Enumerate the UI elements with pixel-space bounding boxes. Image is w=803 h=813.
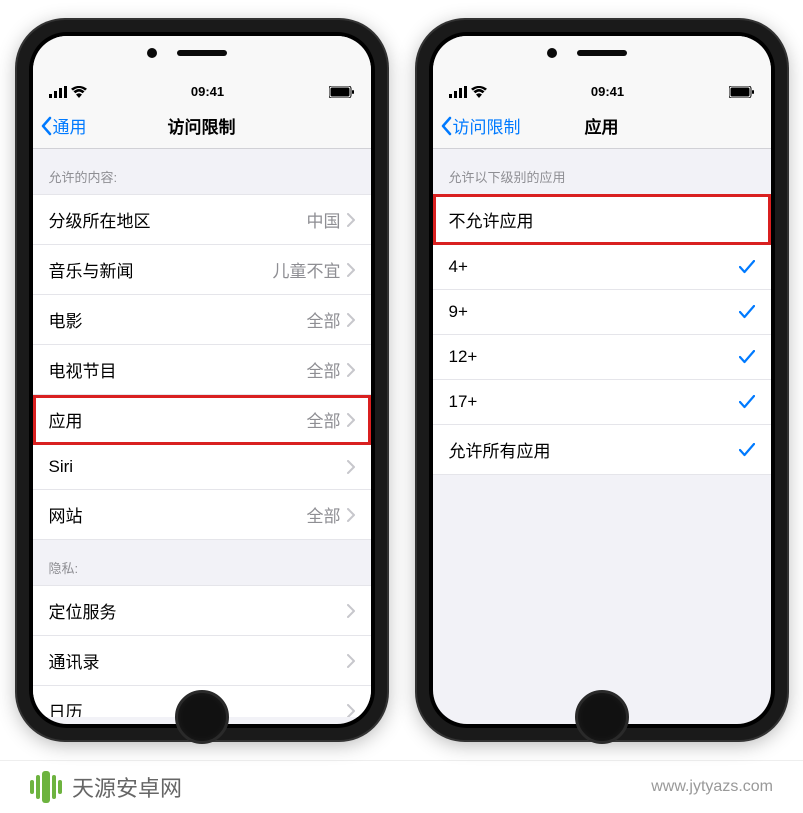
option-cell[interactable]: 4+ xyxy=(433,245,771,290)
cell-detail xyxy=(347,704,355,718)
settings-cell[interactable]: 通讯录 xyxy=(33,636,371,686)
chevron-right-icon xyxy=(347,508,355,522)
checkmark-icon xyxy=(739,443,755,457)
cell-label: Siri xyxy=(49,457,74,477)
checkmark-icon xyxy=(739,305,755,319)
wifi-icon xyxy=(71,86,87,98)
cell-label: 日历 xyxy=(49,698,83,717)
nav-bar: 访问限制 应用 xyxy=(433,105,771,149)
home-button[interactable] xyxy=(175,690,229,744)
cell-detail xyxy=(347,460,355,474)
option-cell[interactable]: 12+ xyxy=(433,335,771,380)
cell-detail: 中国 xyxy=(307,207,355,232)
chevron-right-icon xyxy=(347,363,355,377)
settings-cell[interactable]: 应用 全部 xyxy=(33,395,371,445)
content-area: 允许的内容: 分级所在地区中国音乐与新闻儿童不宜电影全部电视节目全部应用全部Si… xyxy=(33,149,371,717)
cell-label: 允许所有应用 xyxy=(449,437,551,462)
option-cell[interactable]: 不允许应用 xyxy=(433,194,771,245)
chevron-right-icon xyxy=(347,313,355,327)
cell-detail xyxy=(347,654,355,668)
settings-cell[interactable]: 电视节目 全部 xyxy=(33,345,371,395)
section-header: 允许以下级别的应用 xyxy=(433,149,771,194)
brand-url: www.jytyazs.com xyxy=(651,778,773,796)
phone-right: 09:41 访问限制 应用 允许以下级别的应用 xyxy=(417,20,787,740)
speaker xyxy=(177,50,227,56)
settings-cell[interactable]: 音乐与新闻 儿童不宜 xyxy=(33,245,371,295)
front-camera xyxy=(147,48,157,58)
cell-detail: 全部 xyxy=(307,502,355,527)
chevron-right-icon xyxy=(347,213,355,227)
option-cell[interactable]: 17+ xyxy=(433,380,771,425)
option-cell[interactable]: 9+ xyxy=(433,290,771,335)
brand-name: 天源安卓网 xyxy=(72,771,182,803)
wifi-icon xyxy=(471,86,487,98)
option-cell[interactable]: 允许所有应用 xyxy=(433,425,771,475)
phone-left: 09:41 通用 访问限制 允许的内容: 分级所 xyxy=(17,20,387,740)
section-header: 隐私: xyxy=(33,540,371,585)
back-button[interactable]: 通用 xyxy=(39,113,87,138)
cell-detail: 全部 xyxy=(307,407,355,432)
back-label: 通用 xyxy=(53,113,87,138)
cell-label: 9+ xyxy=(449,302,468,322)
status-bar: 09:41 xyxy=(33,36,371,105)
home-button[interactable] xyxy=(575,690,629,744)
page-title: 应用 xyxy=(585,113,619,138)
speaker xyxy=(577,50,627,56)
cell-label: 分级所在地区 xyxy=(49,207,151,232)
status-time: 09:41 xyxy=(191,84,224,99)
chevron-right-icon xyxy=(347,704,355,718)
signal-icon xyxy=(49,86,67,98)
section-header: 允许的内容: xyxy=(33,149,371,194)
settings-cell[interactable]: 定位服务 xyxy=(33,585,371,636)
chevron-right-icon xyxy=(347,263,355,277)
chevron-left-icon xyxy=(439,116,453,136)
chevron-right-icon xyxy=(347,460,355,474)
signal-icon xyxy=(449,86,467,98)
chevron-right-icon xyxy=(347,654,355,668)
watermark: 天源安卓网 www.jytyazs.com xyxy=(0,760,803,813)
battery-icon xyxy=(329,86,355,98)
back-label: 访问限制 xyxy=(453,113,521,138)
settings-cell[interactable]: Siri xyxy=(33,445,371,490)
front-camera xyxy=(547,48,557,58)
battery-icon xyxy=(729,86,755,98)
cell-detail: 全部 xyxy=(307,307,355,332)
cell-detail xyxy=(347,604,355,618)
cell-label: 网站 xyxy=(49,502,83,527)
settings-cell[interactable]: 分级所在地区 中国 xyxy=(33,194,371,245)
cell-detail: 儿童不宜 xyxy=(273,257,355,282)
nav-bar: 通用 访问限制 xyxy=(33,105,371,149)
chevron-right-icon xyxy=(347,604,355,618)
cell-label: 不允许应用 xyxy=(449,207,534,232)
page-title: 访问限制 xyxy=(168,113,236,138)
brand-logo-icon xyxy=(30,771,62,803)
cell-label: 音乐与新闻 xyxy=(49,257,134,282)
cell-label: 定位服务 xyxy=(49,598,117,623)
checkmark-icon xyxy=(739,350,755,364)
cell-label: 电影 xyxy=(49,307,83,332)
settings-cell[interactable]: 电影 全部 xyxy=(33,295,371,345)
chevron-right-icon xyxy=(347,413,355,427)
cell-label: 通讯录 xyxy=(49,648,100,673)
content-area: 允许以下级别的应用 不允许应用 4+ 9+ 12+ 17+ 允许所有应用 xyxy=(433,149,771,717)
cell-detail: 全部 xyxy=(307,357,355,382)
settings-cell[interactable]: 网站 全部 xyxy=(33,490,371,540)
cell-label: 4+ xyxy=(449,257,468,277)
cell-label: 电视节目 xyxy=(49,357,117,382)
checkmark-icon xyxy=(739,260,755,274)
cell-label: 应用 xyxy=(49,407,83,432)
checkmark-icon xyxy=(739,395,755,409)
cell-label: 17+ xyxy=(449,392,478,412)
status-time: 09:41 xyxy=(591,84,624,99)
cell-label: 12+ xyxy=(449,347,478,367)
status-bar: 09:41 xyxy=(433,36,771,105)
back-button[interactable]: 访问限制 xyxy=(439,113,521,138)
chevron-left-icon xyxy=(39,116,53,136)
